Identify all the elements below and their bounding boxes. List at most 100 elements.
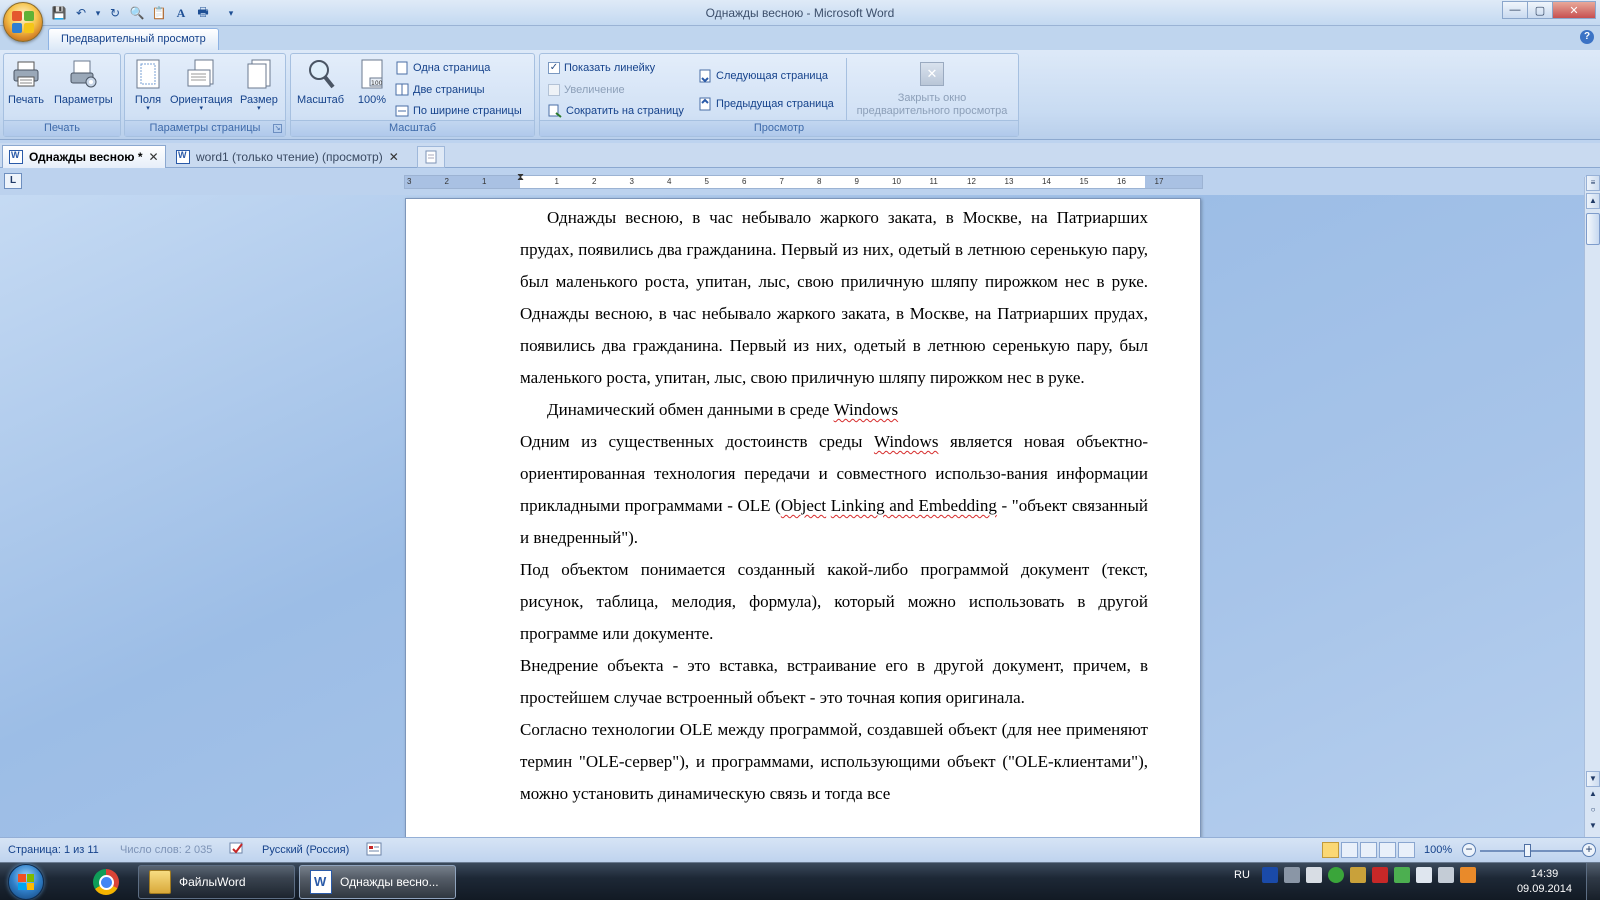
notification-icon[interactable]	[1459, 867, 1476, 883]
zoom-slider-track[interactable]	[1480, 850, 1582, 852]
spelling-error: Windows	[833, 400, 899, 419]
minimize-button[interactable]: —	[1502, 1, 1528, 19]
next-page-icon	[698, 69, 712, 83]
print-button[interactable]: Печать	[8, 56, 44, 118]
print-layout-view-icon[interactable]	[1322, 842, 1339, 858]
close-preview-label-2: предварительного просмотра	[856, 105, 1008, 117]
size-button[interactable]: Размер ▾	[240, 56, 278, 118]
zoom-slider-thumb[interactable]	[1524, 844, 1531, 857]
windows-logo-icon	[18, 874, 34, 890]
language-indicator[interactable]: RU	[1234, 869, 1250, 881]
taskbar-chrome[interactable]	[78, 865, 134, 899]
full-screen-reading-view-icon[interactable]	[1341, 842, 1358, 858]
orientation-button[interactable]: Ориентация ▾	[170, 56, 232, 118]
pdf-tray-icon[interactable]	[1371, 867, 1388, 883]
ruler-tick-label: 8	[817, 177, 822, 186]
document-page[interactable]: Однажды весною, в час небывало жаркого з…	[405, 198, 1201, 837]
ruler-tick-label: 2	[444, 177, 449, 186]
status-language[interactable]: Русский (Россия)	[262, 844, 349, 856]
zoom-level[interactable]: 100%	[1424, 844, 1452, 856]
taskbar-word-label: Однажды весно...	[340, 875, 439, 889]
windows-taskbar: ФайлыWord Однажды весно... RU 14:39 09.0…	[0, 862, 1600, 900]
scroll-thumb[interactable]	[1586, 213, 1600, 245]
show-ruler-checkbox[interactable]: ✓ Показать линейку	[548, 58, 655, 78]
close-tab-icon[interactable]: ✕	[389, 150, 399, 164]
doc-tab-readonly[interactable]: word1 (только чтение) (просмотр) ✕	[170, 145, 405, 168]
close-preview-label-1: Закрыть окно	[897, 92, 967, 104]
zoom-button[interactable]: Масштаб	[297, 56, 344, 118]
checklist-tray-icon[interactable]	[1393, 867, 1410, 883]
previous-page-label: Предыдущая страница	[716, 98, 834, 110]
new-tab-button[interactable]	[417, 146, 445, 168]
two-pages-button[interactable]: Две страницы	[395, 80, 485, 100]
ruler-row: L 3 2 1 1 2 3 4 5 6 7 8 9 10 11 12 13 14 15 16 17 ⧗	[0, 169, 1600, 195]
zoom-100-button[interactable]: 100 100%	[355, 56, 389, 118]
volume-icon[interactable]	[1437, 867, 1454, 883]
horizontal-ruler[interactable]: 3 2 1 1 2 3 4 5 6 7 8 9 10 11 12 13 14 15 16 17 ⧗	[404, 172, 1203, 189]
help-icon[interactable]: ?	[1580, 30, 1594, 44]
outline-view-icon[interactable]	[1379, 842, 1396, 858]
status-word-count[interactable]: Число слов: 2 035	[120, 844, 212, 856]
doc-tab-active[interactable]: Однажды весною * ✕	[2, 145, 166, 168]
ribbon: Печать Параметры Печать Поля ▾ Ориентаци…	[0, 50, 1600, 140]
shrink-page-icon	[548, 104, 562, 118]
web-layout-view-icon[interactable]	[1360, 842, 1377, 858]
vertical-scrollbar[interactable]: ≡ ▲ ▼ ▲ ○ ▼	[1584, 175, 1600, 837]
print-options-button[interactable]: Параметры	[54, 56, 113, 118]
action-center-flag-icon[interactable]	[1305, 867, 1322, 883]
ruler-tick-label: 11	[929, 177, 938, 186]
paragraph-5: Внедрение объекта - это вставка, встраив…	[520, 656, 1148, 707]
edit-tray-icon[interactable]	[1349, 867, 1366, 883]
magnifier-checkbox[interactable]: Увеличение	[548, 80, 625, 100]
two-pages-icon	[395, 83, 409, 97]
ru-keyboard-icon[interactable]	[1261, 867, 1278, 883]
spelling-error: Object	[780, 496, 827, 515]
paragraph-heading: Динамический обмен данными в среде Windo…	[520, 394, 1148, 426]
ruler-toggle-button[interactable]: ≡	[1586, 175, 1600, 191]
spelling-error: Linking and Embedding	[830, 496, 997, 515]
margins-button[interactable]: Поля ▾	[131, 56, 165, 118]
network-icon[interactable]	[1415, 867, 1432, 883]
taskbar-word-window[interactable]: Однажды весно...	[299, 865, 456, 899]
page-setup-launcher-icon[interactable]: ↘	[273, 124, 282, 133]
scroll-up-button[interactable]: ▲	[1586, 193, 1600, 209]
tab-stop-selector[interactable]: L	[4, 173, 22, 189]
taskbar-folder-window[interactable]: ФайлыWord	[138, 865, 295, 899]
one-page-icon	[395, 61, 409, 75]
two-pages-label: Две страницы	[413, 84, 485, 96]
orientation-dropdown-icon: ▾	[199, 105, 203, 112]
scroll-down-button[interactable]: ▼	[1586, 771, 1600, 787]
printer-tray-icon[interactable]	[1283, 867, 1300, 883]
maximize-button[interactable]: ▢	[1527, 1, 1553, 19]
indent-marker-icon[interactable]: ⧗	[517, 172, 524, 183]
close-tab-icon[interactable]: ✕	[149, 150, 159, 164]
previous-page-button[interactable]: Предыдущая страница	[698, 94, 834, 114]
status-page-count[interactable]: Страница: 1 из 11	[8, 844, 99, 856]
page-width-button[interactable]: По ширине страницы	[395, 101, 522, 121]
shrink-one-page-button[interactable]: Сократить на страницу	[548, 101, 684, 121]
document-body[interactable]: Однажды весною, в час небывало жаркого з…	[520, 202, 1148, 810]
zoom-out-button[interactable]: −	[1462, 843, 1476, 857]
select-browse-object-button[interactable]: ○	[1586, 803, 1600, 819]
orientation-icon	[184, 56, 218, 92]
group-preview: ✓ Показать линейку Увеличение Сократить …	[539, 53, 1019, 137]
start-button[interactable]	[8, 864, 44, 900]
ruler-tick-label: 12	[967, 177, 976, 186]
show-desktop-button[interactable]	[1586, 863, 1600, 900]
next-page-button[interactable]: Следующая страница	[698, 66, 828, 86]
previous-page-scroll-button[interactable]: ▲	[1586, 787, 1600, 803]
draft-view-icon[interactable]	[1398, 842, 1415, 858]
zoom-in-button[interactable]: +	[1582, 843, 1596, 857]
tab-print-preview[interactable]: Предварительный просмотр	[48, 28, 219, 50]
group-print-label: Печать	[4, 120, 120, 136]
sync-icon[interactable]	[1327, 867, 1344, 883]
macro-record-icon[interactable]	[366, 842, 382, 859]
ruler-tick-label: 14	[1042, 177, 1051, 186]
proofing-icon[interactable]	[228, 841, 246, 860]
clock[interactable]: 14:39 09.09.2014	[1517, 867, 1572, 897]
next-page-scroll-button[interactable]: ▼	[1586, 819, 1600, 835]
close-preview-button[interactable]: ✕ Закрыть окно предварительного просмотр…	[846, 56, 1018, 118]
office-button[interactable]	[3, 2, 43, 42]
one-page-button[interactable]: Одна страница	[395, 58, 490, 78]
close-window-button[interactable]: ✕	[1552, 1, 1596, 19]
